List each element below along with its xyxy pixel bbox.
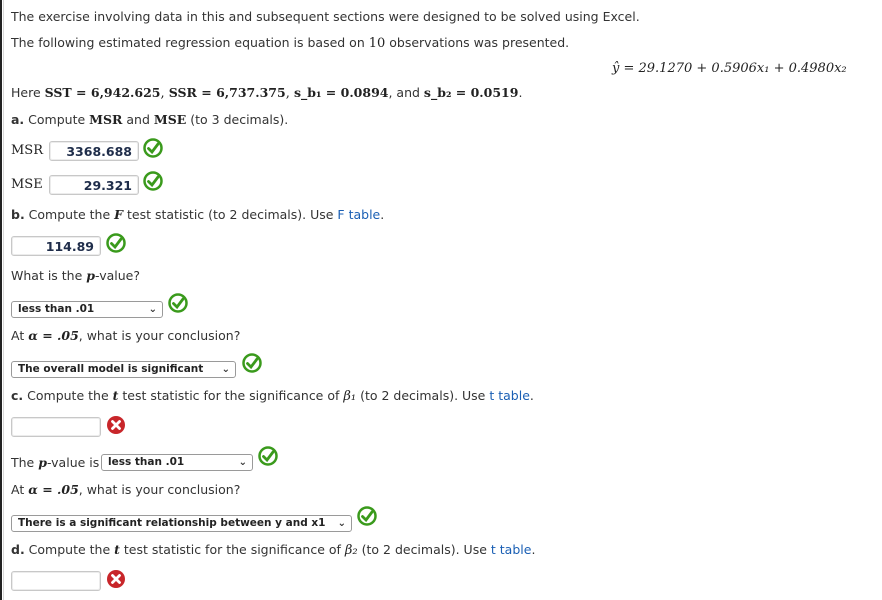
msr-word: MSR (89, 112, 123, 127)
mse-word: MSE (153, 112, 187, 127)
ssr-value: SSR = 6,737.375 (168, 85, 286, 100)
conclusion-q-end: , what is your conclusion? (78, 328, 241, 343)
chevron-down-icon: ⌄ (148, 304, 157, 315)
page-left-border (0, 0, 2, 600)
intro-line-2: The following estimated regression equat… (11, 35, 569, 51)
pvalue-q-text: What is the (11, 268, 87, 283)
t-table-link[interactable]: t table (491, 542, 532, 557)
t1-pvalue-text: The (11, 455, 39, 470)
p-symbol: p (86, 268, 96, 283)
t1-conclusion-select[interactable]: There is a significant relationship betw… (11, 515, 352, 532)
pvalue-question: What is the p-value? (11, 268, 140, 283)
t-table-link[interactable]: t table (489, 388, 530, 403)
correct-check-icon (168, 293, 188, 313)
part-d-text-2: test statistic for the significance of (119, 542, 345, 557)
f-table-link[interactable]: F table (337, 207, 380, 222)
t1-conclusion-question: At α = .05, what is your conclusion? (11, 482, 240, 497)
part-c-end: . (529, 388, 534, 403)
part-c-text-2: test statistic for the significance of (118, 388, 344, 403)
pvalue-q-end: -value? (95, 268, 140, 283)
f-conclusion-question: At α = .05, what is your conclusion? (11, 328, 240, 343)
part-c-text-3: (to 2 decimals). Use (356, 388, 490, 403)
f-pvalue-selected: less than .01 (18, 303, 95, 315)
part-a-text-end: (to 3 decimals). (186, 112, 289, 127)
intro-text-2-end: observations was presented. (385, 35, 570, 50)
conclusion-q-text: At (11, 328, 29, 343)
msr-input[interactable]: 3368.688 (49, 141, 139, 161)
conclusion-q-end: , what is your conclusion? (78, 482, 241, 497)
part-c-letter: c. (11, 388, 24, 403)
t1-conclusion-selected: There is a significant relationship betw… (18, 517, 326, 529)
part-b-letter: b. (11, 207, 25, 222)
part-c-text: Compute the (23, 388, 113, 403)
t1-pvalue-select[interactable]: less than .01 ⌄ (101, 454, 253, 471)
incorrect-x-icon (107, 570, 125, 588)
given-values: Here SST = 6,942.625, SSR = 6,737.375, s… (11, 85, 523, 101)
part-d-letter: d. (11, 542, 25, 557)
given-and: , and (388, 85, 424, 100)
part-b-text-2: test statistic (to 2 decimals). Use (123, 207, 338, 222)
t-beta1-input[interactable] (11, 417, 101, 437)
intro-text-2: The following estimated regression equat… (11, 35, 369, 50)
chevron-down-icon: ⌄ (221, 364, 230, 375)
part-a-text: Compute (24, 112, 90, 127)
chevron-down-icon: ⌄ (337, 518, 346, 529)
beta-1-symbol: β₁ (343, 389, 357, 404)
mse-input[interactable]: 29.321 (49, 175, 139, 195)
sst-value: SST = 6,942.625 (44, 85, 161, 100)
intro-text-1: The exercise involving data in this and … (11, 9, 640, 24)
sb1-value: s_b₁ = 0.0894 (293, 85, 389, 100)
correct-check-icon (258, 446, 278, 466)
correct-check-icon (143, 171, 163, 191)
f-statistic-input[interactable]: 114.89 (11, 236, 101, 256)
intro-line-1: The exercise involving data in this and … (11, 9, 640, 24)
t1-pvalue-text-end: -value is (46, 455, 100, 470)
t1-pvalue-row: The p-value is (11, 455, 99, 470)
part-c-prompt: c. Compute the t test statistic for the … (11, 388, 534, 404)
regression-equation: ŷ = 29.1270 + 0.5906x₁ + 0.4980x₂ (612, 61, 847, 76)
correct-check-icon (106, 233, 126, 253)
part-b-prompt: b. Compute the F test statistic (to 2 de… (11, 207, 384, 222)
beta-2-symbol: β₂ (344, 543, 358, 558)
part-a-letter: a. (11, 112, 25, 127)
f-pvalue-select[interactable]: less than .01 ⌄ (11, 301, 163, 318)
correct-check-icon (143, 138, 163, 158)
t1-pvalue-selected: less than .01 (108, 456, 185, 468)
part-d-prompt: d. Compute the t test statistic for the … (11, 542, 535, 558)
observation-count: 10 (368, 36, 386, 51)
part-d-text-3: (to 2 decimals). Use (357, 542, 491, 557)
part-a-and: and (122, 112, 154, 127)
sb2-value: s_b₂ = 0.0519 (423, 85, 519, 100)
alpha-value: α = .05 (28, 328, 79, 343)
conclusion-q-text: At (11, 482, 29, 497)
msr-label: MSR (11, 143, 44, 158)
mse-label: MSE (11, 177, 43, 192)
correct-check-icon (242, 353, 262, 373)
part-d-text: Compute the (24, 542, 115, 557)
part-a-prompt: a. Compute MSR and MSE (to 3 decimals). (11, 112, 288, 127)
given-pre: Here (11, 85, 45, 100)
part-b-end: . (380, 207, 385, 222)
f-symbol: F (114, 207, 124, 222)
f-conclusion-selected: The overall model is significant (18, 363, 204, 375)
p-symbol: p (38, 455, 47, 470)
page-left-border-inner (3, 0, 4, 600)
alpha-value: α = .05 (28, 482, 79, 497)
incorrect-x-icon (107, 416, 125, 434)
given-end: . (518, 85, 523, 100)
f-conclusion-select[interactable]: The overall model is significant ⌄ (11, 361, 236, 378)
part-b-text: Compute the (24, 207, 115, 222)
chevron-down-icon: ⌄ (238, 457, 247, 468)
part-d-end: . (531, 542, 536, 557)
t-beta2-input[interactable] (11, 571, 101, 591)
correct-check-icon (357, 506, 377, 526)
